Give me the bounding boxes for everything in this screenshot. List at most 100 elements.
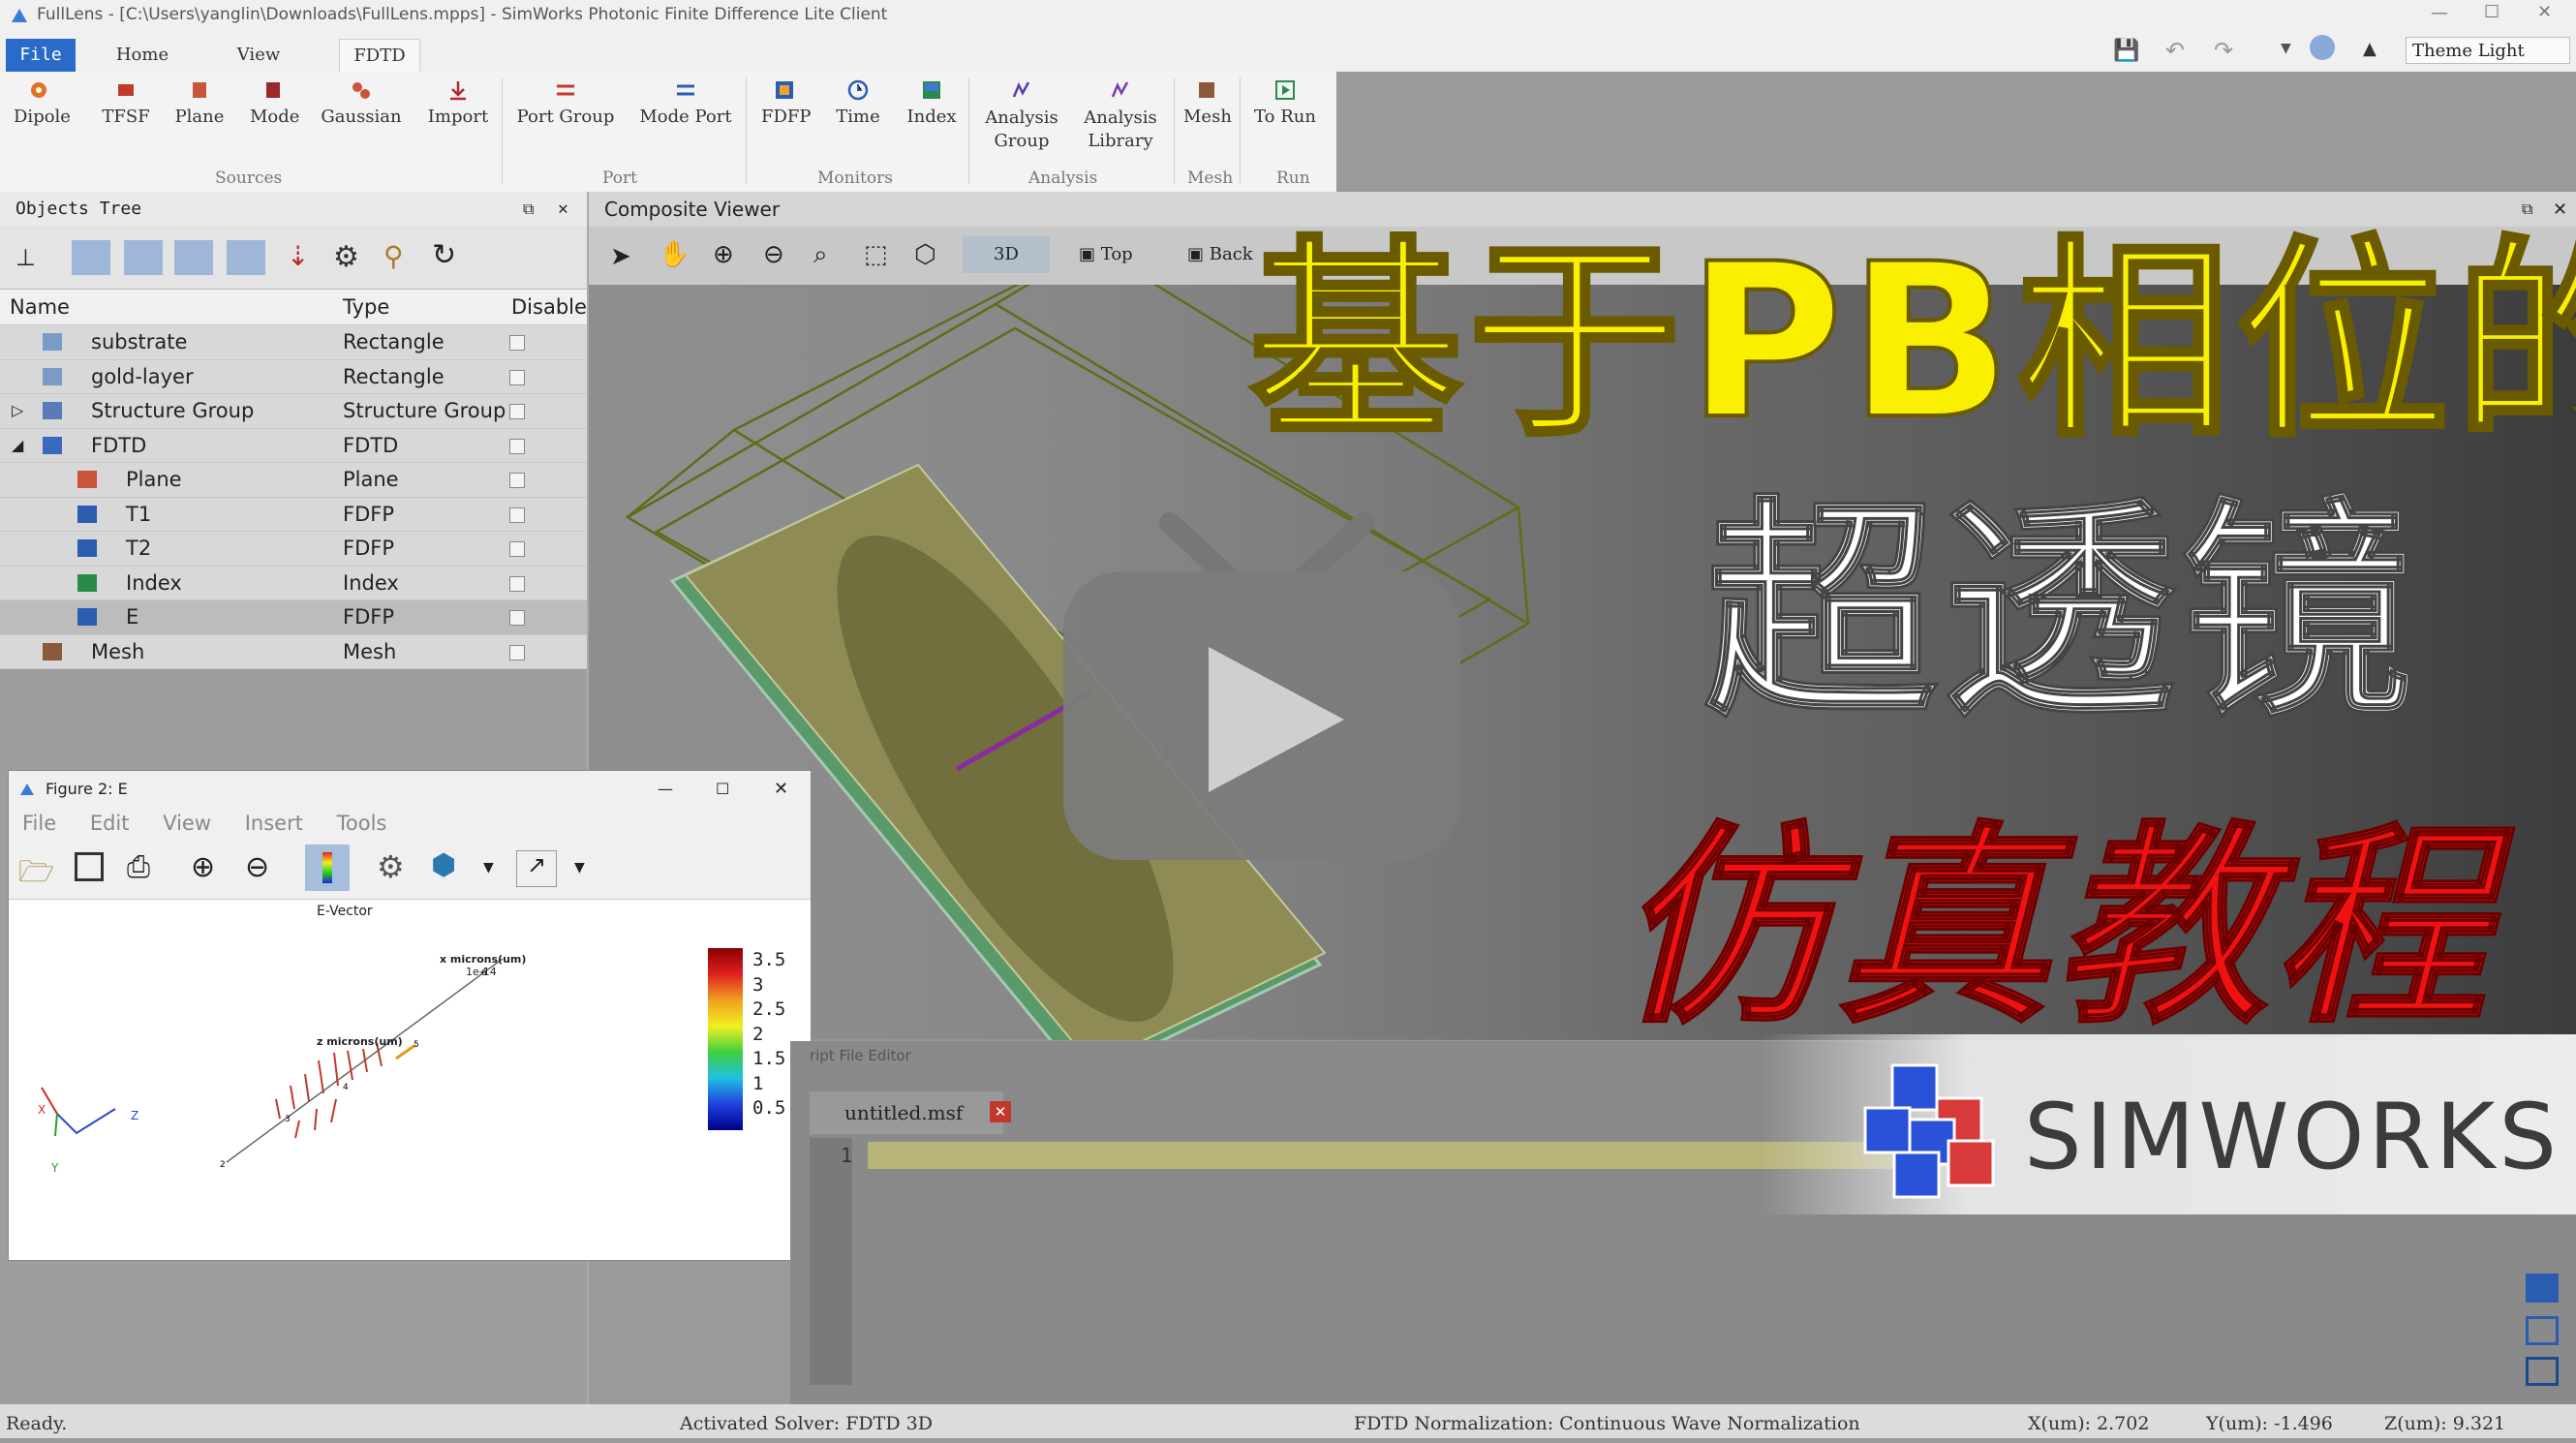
- gaussian-button[interactable]: Gaussian: [320, 79, 403, 127]
- figure-maximize-icon[interactable]: ☐: [716, 771, 729, 808]
- tree-row[interactable]: Mesh Mesh: [0, 634, 587, 669]
- panel-close-icon[interactable]: ✕: [558, 192, 568, 227]
- tree-row[interactable]: E FDFP: [0, 600, 587, 635]
- tab-fdtd[interactable]: FDTD: [339, 39, 420, 73]
- figure-minimize-icon[interactable]: —: [658, 771, 673, 808]
- close-icon[interactable]: ✕: [2537, 2, 2552, 22]
- add-structure-icon[interactable]: [72, 240, 110, 275]
- hand-icon[interactable]: ✋: [659, 240, 690, 269]
- disable-checkbox[interactable]: [509, 404, 525, 419]
- col-type[interactable]: Type: [343, 290, 389, 324]
- e-vector-plot[interactable]: 2 3 4 5 6: [9, 915, 667, 1264]
- chevron-down-icon[interactable]: ▼: [483, 860, 494, 875]
- print-icon[interactable]: ⎙: [127, 850, 150, 884]
- disable-checkbox[interactable]: [509, 438, 525, 454]
- mode-button[interactable]: Mode: [250, 79, 299, 127]
- theme-select[interactable]: Theme Light: [2406, 37, 2570, 64]
- analysis-group-button[interactable]: Analysis Group: [978, 79, 1065, 153]
- menu-insert[interactable]: Insert: [245, 812, 303, 835]
- to-run-button[interactable]: To Run: [1251, 79, 1319, 127]
- editor-file-tab[interactable]: untitled.msf ✕: [810, 1091, 1011, 1134]
- tree-row[interactable]: ▷ Structure Group Structure Group: [0, 394, 587, 429]
- collapse-ribbon-icon[interactable]: ▲: [2363, 39, 2377, 59]
- index-button[interactable]: Index: [905, 79, 959, 127]
- open-folder-icon[interactable]: [2526, 1274, 2559, 1303]
- view-top-button[interactable]: ▣ Top: [1079, 244, 1133, 264]
- tab-home[interactable]: Home: [108, 39, 176, 72]
- zoom-in-icon[interactable]: ⊕: [191, 850, 215, 884]
- port-group-button[interactable]: Port Group: [513, 79, 618, 127]
- disable-checkbox[interactable]: [509, 575, 525, 592]
- dipole-button[interactable]: Dipole: [14, 79, 71, 127]
- gear-icon[interactable]: ⚙: [377, 848, 405, 885]
- tree-row[interactable]: T1 FDFP: [0, 497, 587, 532]
- save-icon[interactable]: [2526, 1316, 2559, 1345]
- user-icon[interactable]: [2310, 35, 2335, 60]
- colorbar-toggle-icon[interactable]: [305, 844, 350, 891]
- disable-checkbox[interactable]: [509, 644, 525, 660]
- collapse-icon[interactable]: ◢: [12, 429, 23, 463]
- save-as-icon[interactable]: [2526, 1357, 2559, 1386]
- menu-edit[interactable]: Edit: [90, 812, 130, 835]
- zoom-box-icon[interactable]: ⬚: [864, 240, 888, 269]
- disable-checkbox[interactable]: [509, 507, 525, 523]
- time-button[interactable]: Time: [835, 79, 881, 127]
- view-3d-button[interactable]: 3D: [963, 236, 1050, 273]
- tree-row[interactable]: Index Index: [0, 566, 587, 600]
- tab-file[interactable]: File: [6, 39, 76, 72]
- save-icon[interactable]: 💾: [2113, 39, 2139, 63]
- import-button[interactable]: Import: [426, 79, 490, 127]
- disable-checkbox[interactable]: [509, 473, 525, 488]
- zoom-out-icon[interactable]: ⊖: [763, 240, 784, 269]
- tree-row[interactable]: Plane Plane: [0, 463, 587, 498]
- zoom-fit-icon[interactable]: ⌕: [813, 240, 828, 270]
- chevron-down-icon[interactable]: ▼: [2281, 41, 2291, 56]
- disable-checkbox[interactable]: [509, 541, 525, 557]
- float-icon[interactable]: ⧉: [523, 192, 534, 227]
- mode-port-button[interactable]: Mode Port: [639, 79, 732, 127]
- analysis-library-button[interactable]: Analysis Library: [1077, 79, 1164, 153]
- add-source-icon[interactable]: [124, 240, 163, 275]
- open-folder-icon[interactable]: 🗁: [18, 850, 54, 900]
- disable-checkbox[interactable]: [509, 369, 525, 385]
- arrow-tool-icon[interactable]: ↗: [516, 850, 557, 887]
- figure-close-icon[interactable]: ✕: [774, 771, 788, 808]
- tree-row[interactable]: substrate Rectangle: [0, 325, 587, 360]
- cube-view-icon[interactable]: ⬢: [431, 848, 456, 882]
- play-video-icon[interactable]: [1054, 504, 1470, 872]
- undo-icon[interactable]: ↶: [2165, 37, 2185, 64]
- tree-row[interactable]: T2 FDFP: [0, 532, 587, 567]
- redo-icon[interactable]: ↷: [2214, 37, 2233, 64]
- add-monitor-icon[interactable]: [227, 240, 265, 275]
- tree-view-icon[interactable]: ⊥: [15, 244, 36, 271]
- tab-view[interactable]: View: [225, 39, 292, 72]
- expand-icon[interactable]: ▷: [12, 394, 23, 428]
- minimize-icon[interactable]: —: [2431, 3, 2448, 23]
- chevron-down-icon[interactable]: ▼: [574, 860, 585, 875]
- menu-view[interactable]: View: [163, 812, 211, 835]
- pointer-icon[interactable]: ➤: [610, 242, 631, 271]
- disable-checkbox[interactable]: [509, 335, 525, 351]
- plane-button[interactable]: Plane: [172, 79, 227, 127]
- disable-checkbox[interactable]: [509, 610, 525, 626]
- refresh-icon[interactable]: ↻: [432, 238, 456, 272]
- zoom-in-icon[interactable]: ⊕: [713, 240, 734, 269]
- save-icon[interactable]: [75, 852, 104, 881]
- add-1d-icon[interactable]: [174, 240, 213, 275]
- menu-file[interactable]: File: [22, 812, 56, 835]
- menu-tools[interactable]: Tools: [337, 812, 387, 835]
- close-tab-icon[interactable]: ✕: [990, 1101, 1011, 1122]
- gear-icon[interactable]: ⚙: [333, 240, 359, 274]
- col-disable[interactable]: Disable: [511, 290, 587, 324]
- key-icon[interactable]: ⚲: [383, 240, 404, 272]
- tfsf-button[interactable]: TFSF: [102, 79, 150, 127]
- cube-icon[interactable]: ⬡: [914, 240, 936, 269]
- tree-row[interactable]: gold-layer Rectangle: [0, 359, 587, 394]
- tree-row[interactable]: ◢ FDTD FDTD: [0, 428, 587, 463]
- col-name[interactable]: Name: [10, 290, 70, 324]
- view-back-button[interactable]: ▣ Back: [1187, 244, 1253, 264]
- zoom-out-icon[interactable]: ⊖: [245, 850, 269, 884]
- move-down-icon[interactable]: ⇣: [287, 240, 309, 272]
- fdfp-button[interactable]: FDFP: [761, 79, 812, 127]
- maximize-icon[interactable]: ☐: [2484, 2, 2499, 22]
